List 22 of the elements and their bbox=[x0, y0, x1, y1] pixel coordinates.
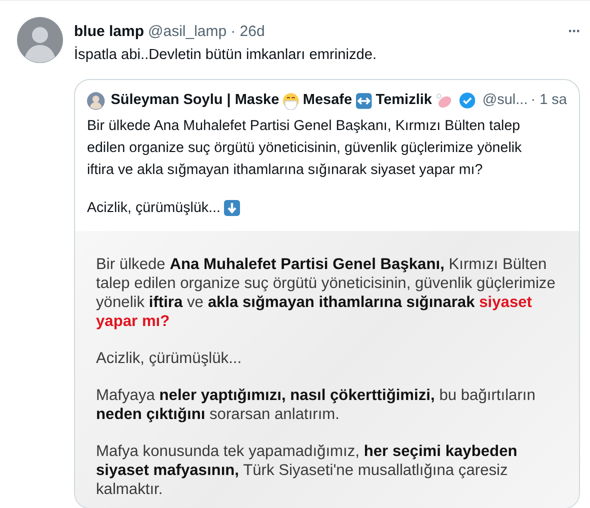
tweet-text: İspatla abi..Devletin bütün imkanları emrinizde. bbox=[74, 45, 378, 65]
user-name-part[interactable]: Temizlik bbox=[376, 90, 432, 112]
quoted-image[interactable] bbox=[75, 230, 579, 508]
soap-icon bbox=[434, 92, 453, 110]
more-button[interactable]: ··· bbox=[568, 20, 580, 44]
user-name-part[interactable]: Süleyman Soylu | Maske bbox=[110, 90, 280, 112]
user-handle[interactable]: @sul... bbox=[482, 90, 528, 112]
user-handle[interactable]: @asil_lamp bbox=[148, 20, 227, 44]
timestamp[interactable]: · 26d bbox=[230, 20, 265, 44]
mask-face-icon bbox=[282, 92, 300, 110]
quoted-tweet-text: Bir ülkede Ana Muhalefet Partisi Genel Başkanı, Kırmızı Bülten talep edilen organize suç örgütü yöneticisinin, güvenlik güçlerimize yönelik iftira ve akla sığmayan ithamlarına sığınarak siyaset yapar mı? bbox=[87, 116, 523, 180]
image-paragraph: Mafyaya neler yaptığımızı, nasıl çökerttiğimizi, bu bağırtıların neden çıktığını sorarsan anlatırım. bbox=[96, 386, 536, 424]
user-name-part[interactable]: Mesafe bbox=[302, 90, 352, 112]
image-paragraph: Acizlik, çürümüşlük... bbox=[96, 348, 243, 368]
user-name[interactable]: blue lamp bbox=[74, 20, 144, 44]
avatar[interactable] bbox=[87, 92, 105, 110]
image-paragraph: Mafya konusunda tek yapamadığımız, her seçimi kaybeden siyaset mafyasının, Türk Siyaseti'ne musallatlığına çaresiz kalmaktır. bbox=[96, 442, 518, 499]
avatar[interactable] bbox=[17, 17, 63, 63]
image-paragraph: Bir ülkede Ana Muhalefet Partisi Genel Başkanı, Kırmızı Bülten talep edilen organize suç örgütü yöneticisinin, güvenlik güçlerimize yönelik iftira ve akla sığmayan ithamlarına sığınarak siyaset yapar mı? bbox=[96, 254, 556, 331]
quoted-tweet-card[interactable] bbox=[74, 78, 580, 508]
quoted-tweet-text: Acizlik, çürümüşlük... bbox=[87, 198, 220, 218]
timestamp[interactable]: · 1 sa bbox=[530, 90, 567, 112]
